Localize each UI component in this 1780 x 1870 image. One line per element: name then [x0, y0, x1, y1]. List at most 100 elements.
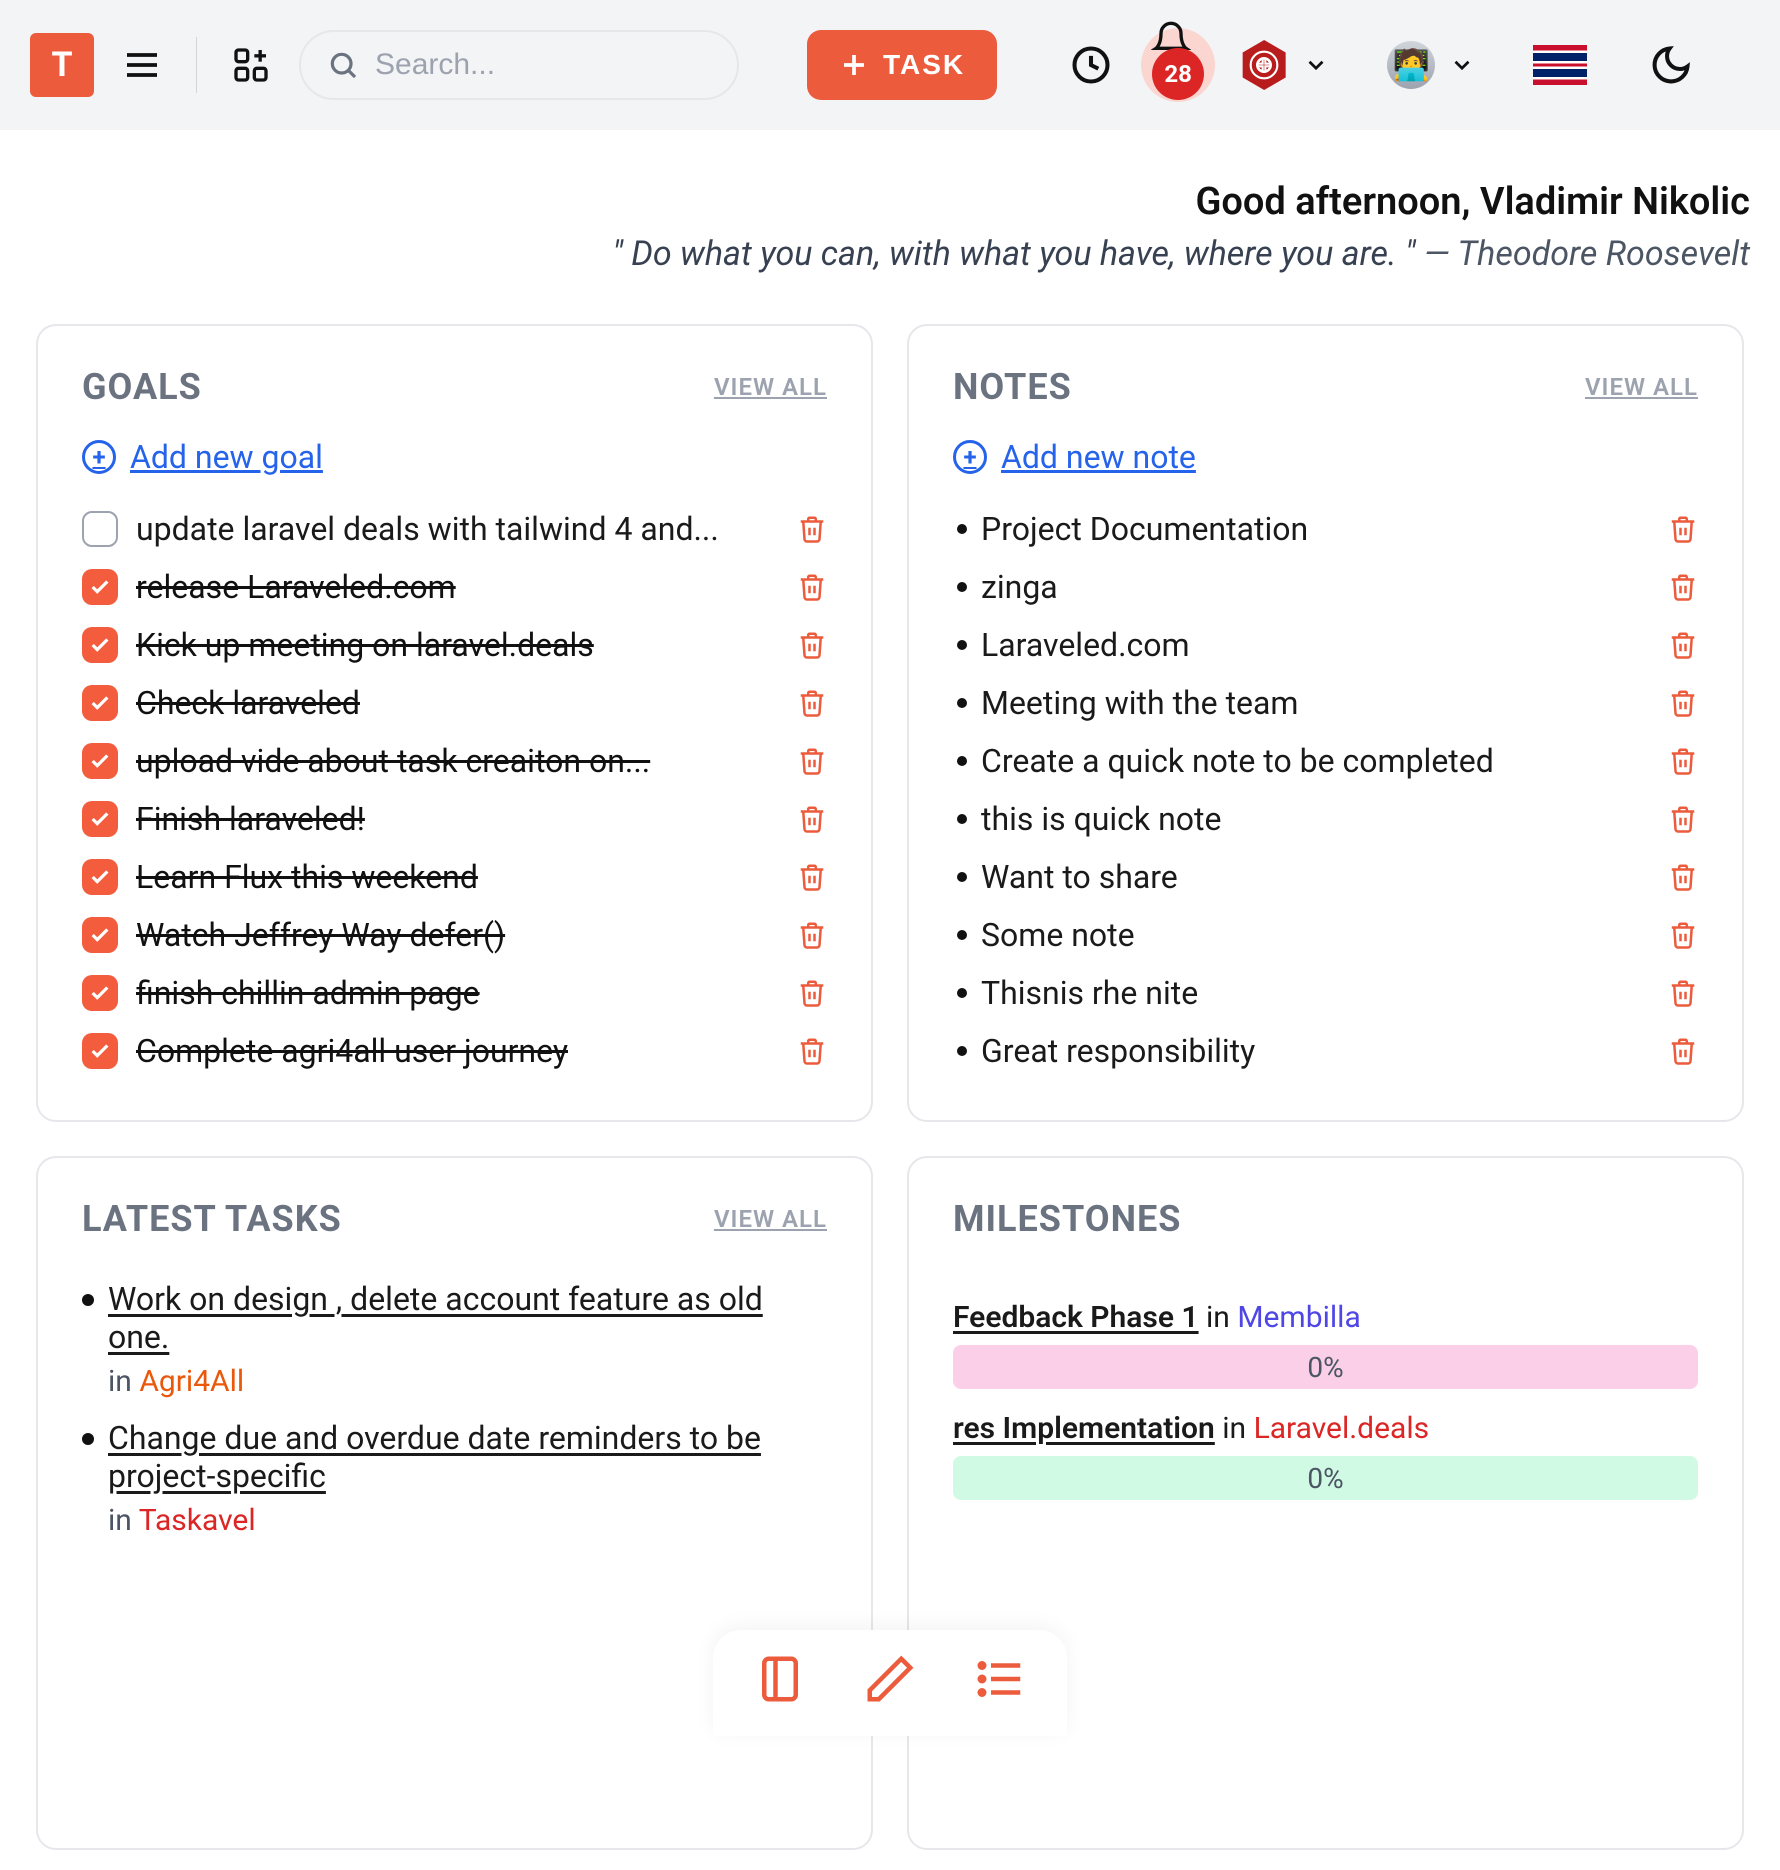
milestone-name[interactable]: Feedback Phase 1	[953, 1300, 1199, 1335]
goal-checkbox[interactable]	[82, 627, 118, 663]
note-text[interactable]: Meeting with the team	[981, 684, 1654, 722]
search-box[interactable]	[299, 30, 739, 100]
clock-icon	[1069, 43, 1113, 87]
workspace-switcher[interactable]	[1239, 40, 1329, 90]
note-delete-button[interactable]	[1668, 920, 1698, 950]
note-delete-button[interactable]	[1668, 630, 1698, 660]
task-row: Work on design , delete account feature …	[82, 1270, 827, 1409]
note-text[interactable]: Some note	[981, 916, 1654, 954]
app-logo[interactable]: T	[30, 33, 94, 97]
task-project-name[interactable]: Agri4All	[139, 1364, 244, 1399]
goal-delete-button[interactable]	[797, 862, 827, 892]
goal-checkbox[interactable]	[82, 975, 118, 1011]
goal-checkbox[interactable]	[82, 569, 118, 605]
note-delete-button[interactable]	[1668, 804, 1698, 834]
note-text[interactable]: this is quick note	[981, 800, 1654, 838]
language-switcher[interactable]	[1533, 45, 1587, 85]
goal-delete-button[interactable]	[797, 804, 827, 834]
goal-text[interactable]: Kick up meeting on laravel.deals	[136, 626, 779, 664]
add-note-link[interactable]: + Add new note	[953, 438, 1698, 476]
note-delete-button[interactable]	[1668, 514, 1698, 544]
fb-notebook-button[interactable]	[753, 1652, 807, 1706]
note-text[interactable]: Create a quick note to be completed	[981, 742, 1654, 780]
add-goal-link[interactable]: + Add new goal	[82, 438, 827, 476]
trash-icon	[797, 978, 827, 1008]
goal-text[interactable]: release Laraveled.com	[136, 568, 779, 606]
goal-text[interactable]: upload vide about task creaiton on...	[136, 742, 779, 780]
goal-row: update laravel deals with tailwind 4 and…	[82, 500, 827, 558]
tasks-view-all[interactable]: VIEW ALL	[714, 1205, 827, 1233]
milestone-project[interactable]: Laravel.deals	[1254, 1411, 1430, 1446]
goals-view-all[interactable]: VIEW ALL	[714, 373, 827, 401]
notes-view-all[interactable]: VIEW ALL	[1585, 373, 1698, 401]
milestone-name[interactable]: res Implementation	[953, 1411, 1215, 1446]
notifications-button[interactable]: 28	[1141, 28, 1215, 102]
goal-checkbox[interactable]	[82, 685, 118, 721]
note-delete-button[interactable]	[1668, 572, 1698, 602]
check-icon	[89, 982, 111, 1004]
goal-delete-button[interactable]	[797, 1036, 827, 1066]
check-icon	[89, 634, 111, 656]
goal-text[interactable]: update laravel deals with tailwind 4 and…	[136, 510, 779, 548]
goal-delete-button[interactable]	[797, 572, 827, 602]
search-input[interactable]	[375, 48, 711, 82]
quote-text: " Do what you can, with what you have, w…	[612, 234, 1415, 274]
note-text[interactable]: Great responsibility	[981, 1032, 1654, 1070]
fb-list-button[interactable]	[973, 1652, 1027, 1706]
task-title[interactable]: Change due and overdue date reminders to…	[108, 1419, 827, 1495]
note-delete-button[interactable]	[1668, 746, 1698, 776]
goal-delete-button[interactable]	[797, 920, 827, 950]
goal-text[interactable]: Complete agri4all user journey	[136, 1032, 779, 1070]
note-text[interactable]: Laraveled.com	[981, 626, 1654, 664]
trash-icon	[797, 920, 827, 950]
chevron-down-icon	[1449, 52, 1475, 78]
goal-text[interactable]: Finish laraveled!	[136, 800, 779, 838]
goal-delete-button[interactable]	[797, 978, 827, 1008]
goal-checkbox[interactable]	[82, 859, 118, 895]
note-text[interactable]: Project Documentation	[981, 510, 1654, 548]
note-delete-button[interactable]	[1668, 688, 1698, 718]
goal-delete-button[interactable]	[797, 746, 827, 776]
note-text[interactable]: Want to share	[981, 858, 1654, 896]
goal-delete-button[interactable]	[797, 630, 827, 660]
theme-toggle[interactable]	[1645, 39, 1697, 91]
goal-checkbox[interactable]	[82, 801, 118, 837]
note-delete-button[interactable]	[1668, 862, 1698, 892]
bullet-icon	[957, 930, 967, 940]
trash-icon	[797, 862, 827, 892]
tasks-list: Work on design , delete account feature …	[82, 1270, 827, 1548]
goal-text[interactable]: finish chillin admin page	[136, 974, 779, 1012]
goal-checkbox[interactable]	[82, 743, 118, 779]
check-icon	[89, 924, 111, 946]
goal-row: Check laraveled	[82, 674, 827, 732]
task-project-name[interactable]: Taskavel	[139, 1503, 256, 1538]
goal-checkbox[interactable]	[82, 511, 118, 547]
quote-block: " Do what you can, with what you have, w…	[30, 234, 1750, 274]
goal-text[interactable]: Watch Jeffrey Way defer()	[136, 916, 779, 954]
goal-text[interactable]: Check laraveled	[136, 684, 779, 722]
chevron-down-icon	[1303, 52, 1329, 78]
goal-checkbox[interactable]	[82, 917, 118, 953]
task-title[interactable]: Work on design , delete account feature …	[108, 1280, 827, 1356]
note-delete-button[interactable]	[1668, 1036, 1698, 1066]
activity-button[interactable]	[1065, 39, 1117, 91]
milestone-project[interactable]: Membilla	[1237, 1300, 1360, 1335]
apps-button[interactable]	[227, 41, 275, 89]
user-menu[interactable]: 🧑‍💻	[1387, 41, 1475, 89]
bullet-icon	[957, 698, 967, 708]
trash-icon	[797, 630, 827, 660]
goal-delete-button[interactable]	[797, 514, 827, 544]
notification-count: 28	[1152, 48, 1204, 100]
trash-icon	[1668, 978, 1698, 1008]
note-text[interactable]: zinga	[981, 568, 1654, 606]
goal-checkbox[interactable]	[82, 1033, 118, 1069]
note-delete-button[interactable]	[1668, 978, 1698, 1008]
goal-text[interactable]: Learn Flux this weekend	[136, 858, 779, 896]
plus-circle-icon: +	[82, 440, 116, 474]
tasks-title: LATEST TASKS	[82, 1198, 342, 1240]
menu-button[interactable]	[118, 41, 166, 89]
new-task-button[interactable]: TASK	[807, 30, 997, 100]
goal-delete-button[interactable]	[797, 688, 827, 718]
fb-edit-button[interactable]	[863, 1652, 917, 1706]
note-text[interactable]: Thisnis rhe nite	[981, 974, 1654, 1012]
